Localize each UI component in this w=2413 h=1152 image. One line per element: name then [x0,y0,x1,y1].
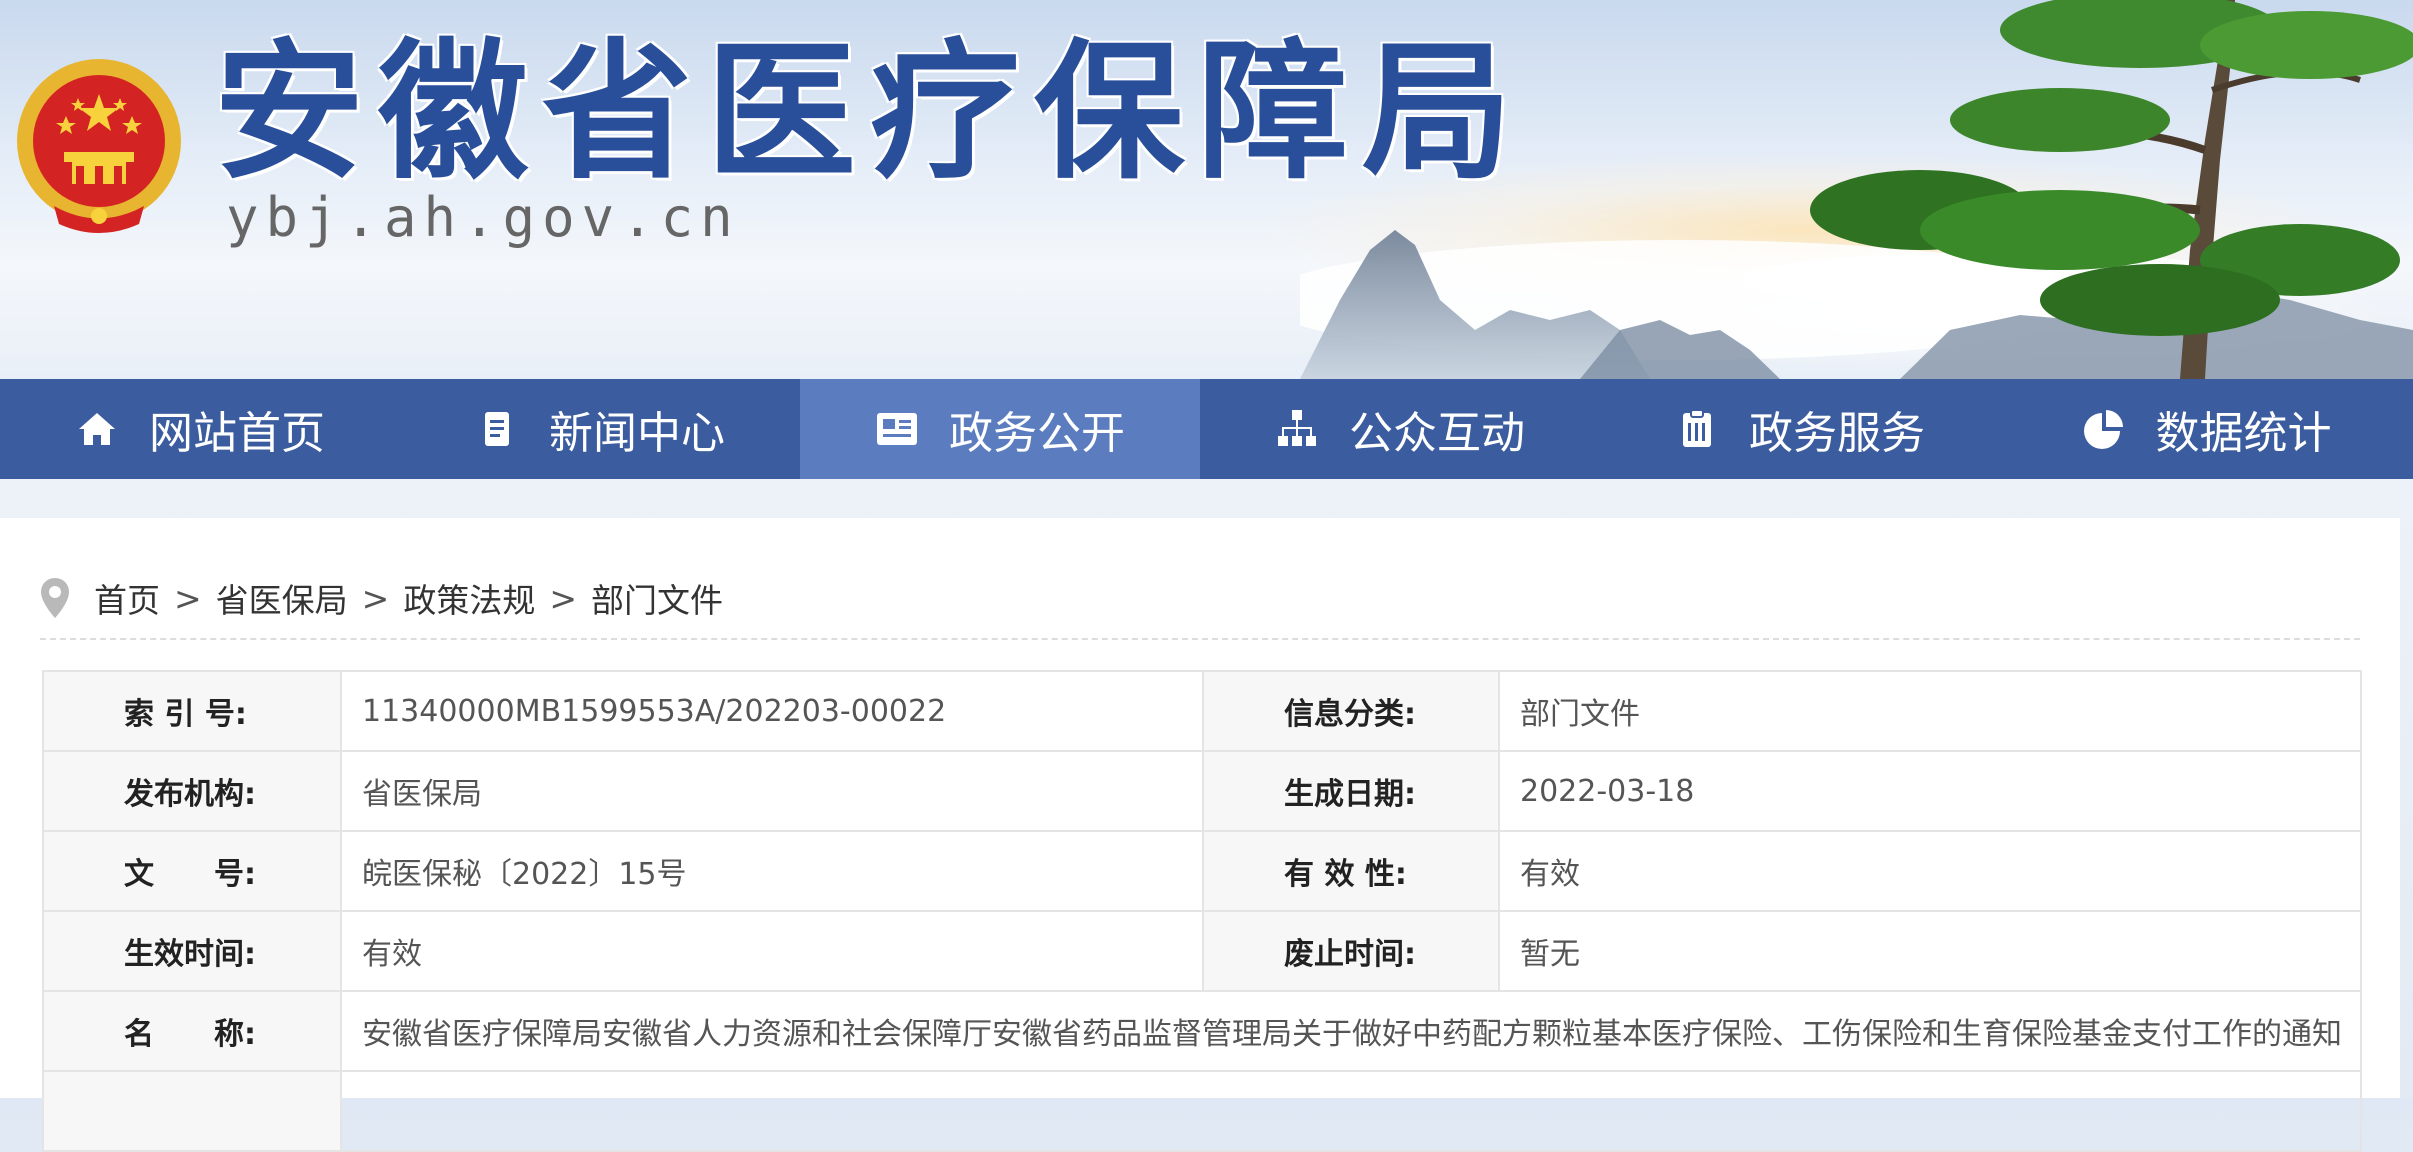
index-number-label: 索 引 号: [42,670,342,752]
breadcrumb-home[interactable]: 首页 [94,574,160,622]
pie-chart-icon [2082,407,2126,451]
breadcrumb-separator: > [174,578,202,618]
document-icon [475,407,519,451]
nav-item-label: 新闻中心 [549,408,725,459]
table-cell [42,1070,342,1152]
nav-item-label: 政务服务 [1749,408,1925,459]
breadcrumb-policies[interactable]: 政策法规 [403,574,535,622]
header-banner: 安徽省医疗保障局 ybj.ah.gov.cn [0,0,2413,379]
table-cell [340,1070,2362,1152]
repeal-time-label: 废止时间: [1202,910,1500,992]
nav-item-label: 网站首页 [149,408,325,459]
doc-number-label: 文 号: [42,830,342,912]
breadcrumb: 首页 > 省医保局 > 政策法规 > 部门文件 [40,568,723,628]
clipboard-icon [1675,407,1719,451]
nav-item-government-affairs[interactable]: 政务公开 [800,379,1200,479]
publisher-value: 省医保局 [340,750,1204,832]
effective-time-label: 生效时间: [42,910,342,992]
breadcrumb-separator: > [361,578,390,618]
national-emblem-icon [17,59,181,233]
document-metadata-table: 索 引 号: 11340000MB1599553A/202203-00022 信… [42,670,2362,1152]
breadcrumb-separator: > [549,578,577,618]
breadcrumb-bureau[interactable]: 省医保局 [216,574,348,622]
validity-label: 有 效 性: [1202,830,1500,912]
validity-value: 有效 [1498,830,2362,912]
created-date-value: 2022-03-18 [1498,750,2362,832]
doc-number-value: 皖医保秘〔2022〕15号 [340,830,1204,912]
category-value: 部门文件 [1498,670,2362,752]
doc-name-label: 名 称: [42,990,342,1072]
table-row: 名 称: 安徽省医疗保障局安徽省人力资源和社会保障厅安徽省药品监督管理局关于做好… [42,990,2362,1072]
nav-item-news[interactable]: 新闻中心 [400,379,800,479]
site-domain: ybj.ah.gov.cn [226,186,740,249]
table-row: 发布机构: 省医保局 生成日期: 2022-03-18 [42,750,2362,832]
table-row: 文 号: 皖医保秘〔2022〕15号 有 效 性: 有效 [42,830,2362,912]
main-nav: 网站首页 新闻中心 政务公开 公众互动 政务服务 数据统计 [0,379,2413,479]
breadcrumb-department-docs[interactable]: 部门文件 [591,574,723,622]
table-row: 生效时间: 有效 废止时间: 暂无 [42,910,2362,992]
index-number-value: 11340000MB1599553A/202203-00022 [340,670,1204,752]
nav-item-government-services[interactable]: 政务服务 [1600,379,2000,479]
landscape-illustration [1300,0,2413,379]
org-chart-icon [1275,407,1319,451]
effective-time-value: 有效 [340,910,1204,992]
nav-item-label: 公众互动 [1349,408,1525,459]
nav-item-public-interaction[interactable]: 公众互动 [1200,379,1600,479]
created-date-label: 生成日期: [1202,750,1500,832]
table-row [42,1070,2362,1152]
nav-item-label: 数据统计 [2155,408,2332,459]
table-row: 索 引 号: 11340000MB1599553A/202203-00022 信… [42,670,2362,752]
nav-item-home[interactable]: 网站首页 [0,379,400,479]
category-label: 信息分类: [1202,670,1500,752]
home-icon [75,407,119,451]
publisher-label: 发布机构: [42,750,342,832]
doc-name-value: 安徽省医疗保障局安徽省人力资源和社会保障厅安徽省药品监督管理局关于做好中药配方颗… [340,990,2362,1072]
divider [40,638,2360,640]
newspaper-icon [875,407,919,451]
nav-item-statistics[interactable]: 数据统计 [2000,379,2413,479]
content-panel: 首页 > 省医保局 > 政策法规 > 部门文件 索 引 号: 11340000M… [0,518,2400,1152]
nav-item-label: 政务公开 [949,408,1125,459]
repeal-time-value: 暂无 [1498,910,2362,992]
location-pin-icon [41,578,69,618]
